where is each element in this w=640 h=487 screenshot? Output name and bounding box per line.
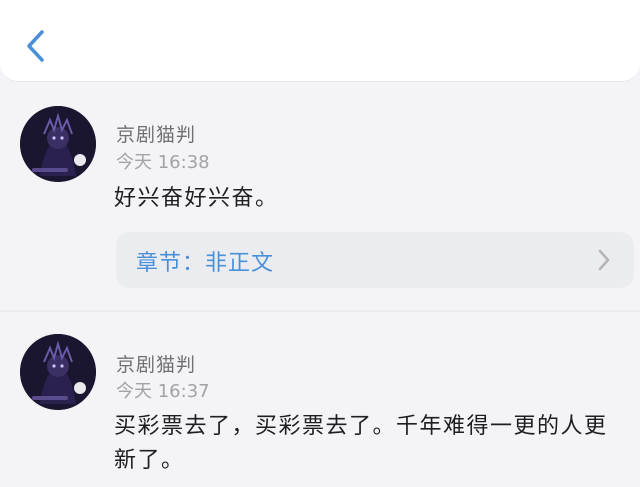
comment-divider — [0, 310, 640, 312]
chevron-left-icon — [27, 30, 44, 62]
top-nav-bar — [0, 0, 640, 82]
comment-content: 买彩票去了，买彩票去了。千年难得一更的人更新了。 — [114, 414, 608, 473]
avatar[interactable] — [20, 106, 96, 182]
chapter-link-card[interactable]: 章节：非正文 — [116, 232, 634, 288]
comment-content: 好兴奋好兴奋。 — [114, 186, 279, 211]
chevron-right-icon — [598, 249, 610, 271]
comment-username[interactable]: 京剧猫判 — [116, 350, 196, 377]
comment-timestamp: 今天 16:38 — [116, 152, 210, 173]
back-button[interactable] — [18, 24, 52, 68]
avatar[interactable] — [20, 334, 96, 410]
chapter-label: 章节：非正文 — [136, 251, 275, 276]
comment-username[interactable]: 京剧猫判 — [116, 120, 196, 147]
comment-timestamp: 今天 16:37 — [116, 381, 210, 402]
